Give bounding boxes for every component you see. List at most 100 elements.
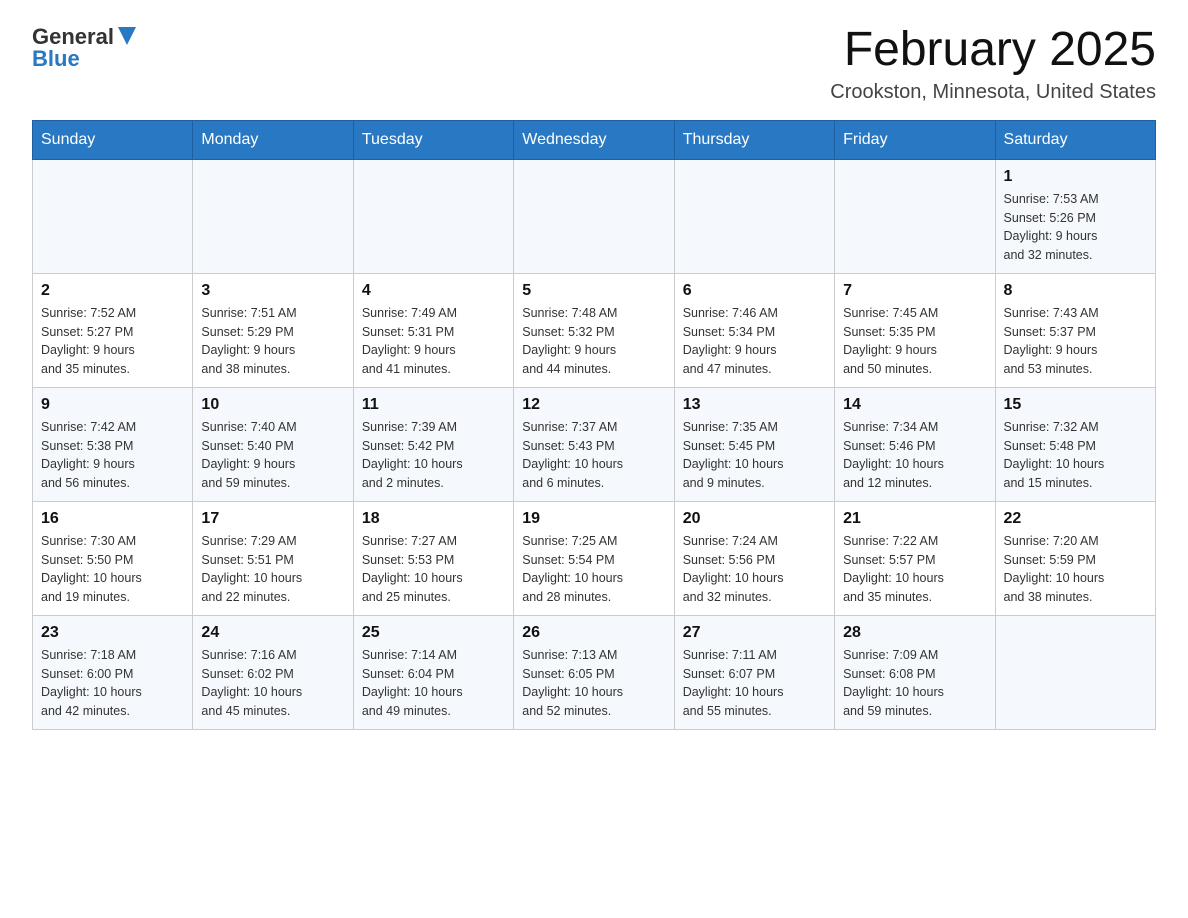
day-info: Sunrise: 7:37 AM Sunset: 5:43 PM Dayligh…	[522, 418, 665, 493]
day-info: Sunrise: 7:22 AM Sunset: 5:57 PM Dayligh…	[843, 532, 986, 607]
calendar-cell: 23Sunrise: 7:18 AM Sunset: 6:00 PM Dayli…	[33, 615, 193, 729]
day-number: 22	[1004, 510, 1147, 528]
calendar-cell: 8 Sunrise: 7:43 AM Sunset: 5:37 PM Daylig…	[995, 273, 1155, 387]
calendar-cell	[674, 159, 834, 273]
calendar-cell	[514, 159, 674, 273]
day-number: 5	[522, 282, 665, 300]
day-number: 11	[362, 396, 505, 414]
day-info: Sunrise: 7:27 AM Sunset: 5:53 PM Dayligh…	[362, 532, 505, 607]
weekday-header-monday: Monday	[193, 120, 353, 159]
calendar-cell: 28 Sunrise: 7:09 AM Sunset: 6:08 PM Dayli…	[835, 615, 995, 729]
day-number: 10	[201, 396, 344, 414]
weekday-header-friday: Friday	[835, 120, 995, 159]
day-number: 13	[683, 396, 826, 414]
weekday-header-sunday: Sunday	[33, 120, 193, 159]
calendar-cell: 1 Sunrise: 7:53 AM Sunset: 5:26 PM Daylig…	[995, 159, 1155, 273]
weekday-header-wednesday: Wednesday	[514, 120, 674, 159]
day-number: 24	[201, 624, 344, 642]
day-number: 3	[201, 282, 344, 300]
calendar-row: 23Sunrise: 7:18 AM Sunset: 6:00 PM Dayli…	[33, 615, 1156, 729]
calendar-cell: 19 Sunrise: 7:25 AM Sunset: 5:54 PM Dayli…	[514, 501, 674, 615]
day-number: 2	[41, 282, 184, 300]
calendar-cell: 5 Sunrise: 7:48 AM Sunset: 5:32 PM Daylig…	[514, 273, 674, 387]
calendar-cell: 9 Sunrise: 7:42 AM Sunset: 5:38 PM Daylig…	[33, 387, 193, 501]
title-block: February 2025 Crookston, Minnesota, Unit…	[830, 24, 1156, 104]
day-number: 17	[201, 510, 344, 528]
calendar-cell: 17Sunrise: 7:29 AM Sunset: 5:51 PM Dayli…	[193, 501, 353, 615]
calendar-cell: 20 Sunrise: 7:24 AM Sunset: 5:56 PM Dayli…	[674, 501, 834, 615]
day-number: 27	[683, 624, 826, 642]
day-info: Sunrise: 7:35 AM Sunset: 5:45 PM Dayligh…	[683, 418, 826, 493]
day-info: Sunrise: 7:16 AM Sunset: 6:02 PM Dayligh…	[201, 646, 344, 721]
day-info: Sunrise: 7:53 AM Sunset: 5:26 PM Dayligh…	[1004, 190, 1147, 265]
calendar-cell: 4Sunrise: 7:49 AM Sunset: 5:31 PM Daylig…	[353, 273, 513, 387]
calendar-cell: 13 Sunrise: 7:35 AM Sunset: 5:45 PM Dayli…	[674, 387, 834, 501]
day-number: 14	[843, 396, 986, 414]
day-info: Sunrise: 7:39 AM Sunset: 5:42 PM Dayligh…	[362, 418, 505, 493]
calendar-cell: 16 Sunrise: 7:30 AM Sunset: 5:50 PM Dayli…	[33, 501, 193, 615]
calendar-cell: 7 Sunrise: 7:45 AM Sunset: 5:35 PM Daylig…	[835, 273, 995, 387]
calendar-cell	[353, 159, 513, 273]
calendar-row: 9 Sunrise: 7:42 AM Sunset: 5:38 PM Daylig…	[33, 387, 1156, 501]
day-info: Sunrise: 7:51 AM Sunset: 5:29 PM Dayligh…	[201, 304, 344, 379]
day-info: Sunrise: 7:30 AM Sunset: 5:50 PM Dayligh…	[41, 532, 184, 607]
day-info: Sunrise: 7:48 AM Sunset: 5:32 PM Dayligh…	[522, 304, 665, 379]
day-info: Sunrise: 7:25 AM Sunset: 5:54 PM Dayligh…	[522, 532, 665, 607]
calendar-cell: 26 Sunrise: 7:13 AM Sunset: 6:05 PM Dayli…	[514, 615, 674, 729]
weekday-header-saturday: Saturday	[995, 120, 1155, 159]
calendar-cell: 12 Sunrise: 7:37 AM Sunset: 5:43 PM Dayli…	[514, 387, 674, 501]
day-info: Sunrise: 7:40 AM Sunset: 5:40 PM Dayligh…	[201, 418, 344, 493]
day-info: Sunrise: 7:11 AM Sunset: 6:07 PM Dayligh…	[683, 646, 826, 721]
day-number: 7	[843, 282, 986, 300]
day-info: Sunrise: 7:09 AM Sunset: 6:08 PM Dayligh…	[843, 646, 986, 721]
day-info: Sunrise: 7:24 AM Sunset: 5:56 PM Dayligh…	[683, 532, 826, 607]
calendar-table: SundayMondayTuesdayWednesdayThursdayFrid…	[32, 120, 1156, 730]
day-info: Sunrise: 7:49 AM Sunset: 5:31 PM Dayligh…	[362, 304, 505, 379]
calendar-cell: 3 Sunrise: 7:51 AM Sunset: 5:29 PM Daylig…	[193, 273, 353, 387]
calendar-cell: 15 Sunrise: 7:32 AM Sunset: 5:48 PM Dayli…	[995, 387, 1155, 501]
day-info: Sunrise: 7:52 AM Sunset: 5:27 PM Dayligh…	[41, 304, 184, 379]
calendar-row: 1 Sunrise: 7:53 AM Sunset: 5:26 PM Daylig…	[33, 159, 1156, 273]
day-info: Sunrise: 7:46 AM Sunset: 5:34 PM Dayligh…	[683, 304, 826, 379]
day-number: 8	[1004, 282, 1147, 300]
page-header: General Blue February 2025 Crookston, Mi…	[32, 24, 1156, 104]
day-number: 6	[683, 282, 826, 300]
calendar-row: 2 Sunrise: 7:52 AM Sunset: 5:27 PM Daylig…	[33, 273, 1156, 387]
calendar-cell	[835, 159, 995, 273]
day-number: 26	[522, 624, 665, 642]
calendar-cell: 6 Sunrise: 7:46 AM Sunset: 5:34 PM Daylig…	[674, 273, 834, 387]
day-number: 21	[843, 510, 986, 528]
day-number: 15	[1004, 396, 1147, 414]
calendar-cell: 18 Sunrise: 7:27 AM Sunset: 5:53 PM Dayli…	[353, 501, 513, 615]
location-subtitle: Crookston, Minnesota, United States	[830, 81, 1156, 104]
day-number: 20	[683, 510, 826, 528]
day-info: Sunrise: 7:34 AM Sunset: 5:46 PM Dayligh…	[843, 418, 986, 493]
day-number: 9	[41, 396, 184, 414]
calendar-cell: 27 Sunrise: 7:11 AM Sunset: 6:07 PM Dayli…	[674, 615, 834, 729]
calendar-cell: 2 Sunrise: 7:52 AM Sunset: 5:27 PM Daylig…	[33, 273, 193, 387]
calendar-cell: 24 Sunrise: 7:16 AM Sunset: 6:02 PM Dayli…	[193, 615, 353, 729]
weekday-header-tuesday: Tuesday	[353, 120, 513, 159]
day-number: 28	[843, 624, 986, 642]
day-number: 19	[522, 510, 665, 528]
day-info: Sunrise: 7:20 AM Sunset: 5:59 PM Dayligh…	[1004, 532, 1147, 607]
calendar-cell	[193, 159, 353, 273]
day-info: Sunrise: 7:43 AM Sunset: 5:37 PM Dayligh…	[1004, 304, 1147, 379]
day-number: 25	[362, 624, 505, 642]
day-number: 16	[41, 510, 184, 528]
day-info: Sunrise: 7:32 AM Sunset: 5:48 PM Dayligh…	[1004, 418, 1147, 493]
day-info: Sunrise: 7:42 AM Sunset: 5:38 PM Dayligh…	[41, 418, 184, 493]
day-info: Sunrise: 7:14 AM Sunset: 6:04 PM Dayligh…	[362, 646, 505, 721]
calendar-cell: 11 Sunrise: 7:39 AM Sunset: 5:42 PM Dayli…	[353, 387, 513, 501]
day-number: 1	[1004, 168, 1147, 186]
day-number: 23	[41, 624, 184, 642]
logo-triangle-icon	[118, 27, 136, 45]
calendar-cell	[995, 615, 1155, 729]
day-info: Sunrise: 7:45 AM Sunset: 5:35 PM Dayligh…	[843, 304, 986, 379]
logo: General Blue	[32, 24, 136, 72]
day-number: 18	[362, 510, 505, 528]
day-number: 12	[522, 396, 665, 414]
calendar-header-row: SundayMondayTuesdayWednesdayThursdayFrid…	[33, 120, 1156, 159]
calendar-cell: 14 Sunrise: 7:34 AM Sunset: 5:46 PM Dayli…	[835, 387, 995, 501]
day-info: Sunrise: 7:13 AM Sunset: 6:05 PM Dayligh…	[522, 646, 665, 721]
